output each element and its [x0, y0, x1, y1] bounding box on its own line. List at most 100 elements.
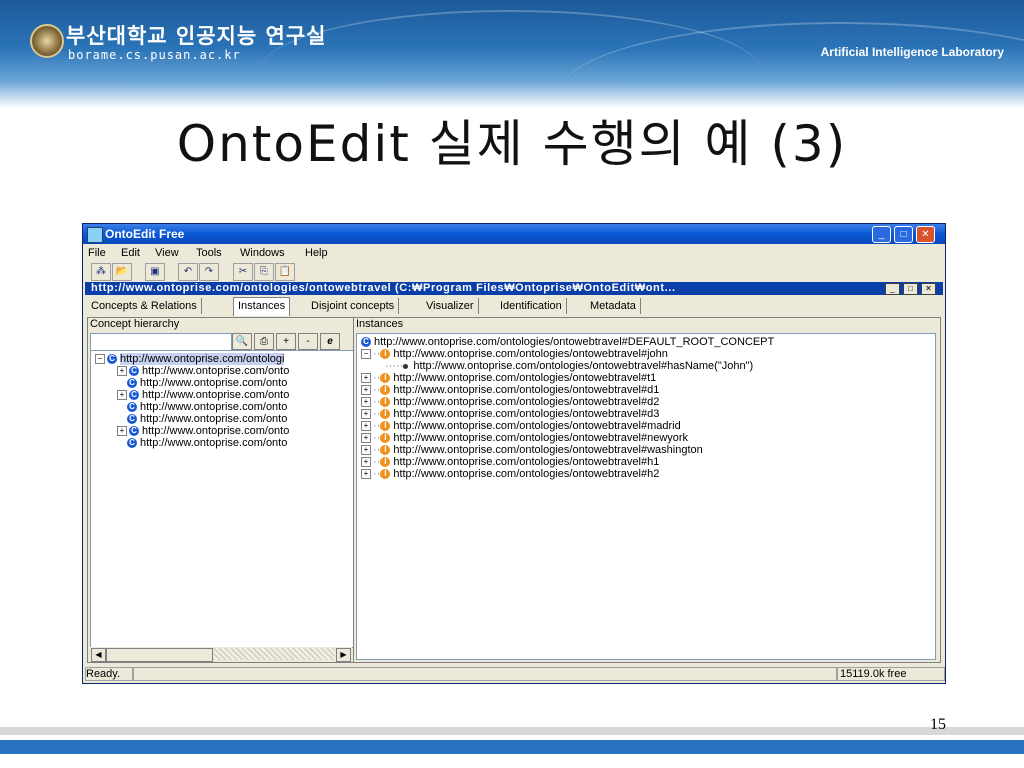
menu-view[interactable]: View: [155, 247, 179, 259]
concept-hierarchy-panel: Concept hierarchy 🔍 ⎙ + - e − Chttp://www…: [87, 317, 357, 663]
expand-icon[interactable]: +: [361, 457, 371, 468]
document-title: http://www.ontoprise.com/ontologies/onto…: [91, 282, 676, 294]
doc-close-button[interactable]: ✕: [921, 283, 936, 295]
concept-hierarchy-header: Concept hierarchy: [90, 318, 180, 330]
concept-icon: C: [129, 390, 139, 401]
instance-icon: I: [380, 397, 391, 408]
instance-icon: I: [380, 469, 391, 480]
instance-row[interactable]: + ·· Ihttp://www.ontoprise.com/ontologies/…: [361, 468, 659, 480]
menu-help[interactable]: Help: [305, 247, 328, 259]
instance-row[interactable]: + ·· Ihttp://www.ontoprise.com/ontologies/…: [361, 444, 703, 456]
scroll-right-icon[interactable]: ▶: [336, 648, 351, 662]
remove-concept-button[interactable]: -: [298, 333, 318, 350]
property-bullet-icon: [403, 363, 409, 369]
tree-item-label: http://www.ontoprise.com/onto: [140, 437, 288, 449]
status-bar: Ready. 15119.0k free: [83, 666, 945, 681]
university-seal-icon: [30, 24, 64, 58]
minimize-button[interactable]: _: [872, 226, 891, 243]
status-text: Ready.: [85, 667, 133, 681]
tab-instances[interactable]: Instances: [233, 297, 291, 316]
tree-item[interactable]: Chttp://www.ontoprise.com/onto: [127, 437, 287, 449]
instance-row[interactable]: + ·· Ihttp://www.ontoprise.com/ontologies/…: [361, 384, 659, 396]
tree-item[interactable]: + Chttp://www.ontoprise.com/onto: [117, 365, 289, 377]
new-ontology-icon[interactable]: ⁂: [91, 263, 111, 281]
instance-label: http://www.ontoprise.com/ontologies/onto…: [393, 468, 660, 480]
doc-restore-button[interactable]: □: [903, 283, 918, 295]
footer-bar: [0, 740, 1024, 754]
scroll-track[interactable]: [213, 648, 335, 660]
menu-edit[interactable]: Edit: [121, 247, 140, 259]
save-icon[interactable]: ▣: [145, 263, 165, 281]
instance-row[interactable]: + ·· Ihttp://www.ontoprise.com/ontologies/…: [361, 420, 681, 432]
tree-item[interactable]: + Chttp://www.ontoprise.com/onto: [117, 389, 289, 401]
slide-title: OntoEdit 실제 수행의 예 (3): [176, 115, 848, 173]
redo-icon[interactable]: ↷: [199, 263, 219, 281]
expand-icon[interactable]: +: [361, 373, 371, 384]
expand-icon[interactable]: +: [361, 469, 371, 480]
lab-name: Artificial Intelligence Laboratory: [820, 45, 1004, 59]
instance-root-label: http://www.ontoprise.com/ontologies/onto…: [374, 336, 775, 348]
instance-row[interactable]: + ·· Ihttp://www.ontoprise.com/ontologies/…: [361, 396, 659, 408]
collapse-icon[interactable]: −: [361, 349, 371, 360]
tab-disjoint-concepts[interactable]: Disjoint concepts: [307, 298, 400, 314]
instances-header: Instances: [356, 318, 404, 330]
undo-icon[interactable]: ↶: [178, 263, 198, 281]
expand-icon[interactable]: +: [361, 397, 371, 408]
window-title: OntoEdit Free: [105, 227, 185, 241]
maximize-button[interactable]: □: [894, 226, 913, 243]
expand-icon[interactable]: +: [361, 385, 371, 396]
tree-item-label: http://www.ontoprise.com/onto: [142, 365, 290, 377]
refresh-icon[interactable]: e: [320, 333, 340, 350]
expand-icon[interactable]: +: [117, 426, 127, 437]
expand-icon[interactable]: +: [361, 421, 371, 432]
tree-item[interactable]: Chttp://www.ontoprise.com/onto: [127, 413, 287, 425]
paste-icon[interactable]: 📋: [275, 263, 295, 281]
scroll-thumb[interactable]: [106, 648, 213, 662]
tree-item[interactable]: Chttp://www.ontoprise.com/onto: [127, 377, 287, 389]
print-icon[interactable]: ⎙: [254, 333, 274, 350]
expand-icon[interactable]: +: [117, 366, 127, 377]
slide-banner: 부산대학교 인공지능 연구실 borame.cs.pusan.ac.kr Art…: [0, 0, 1024, 108]
property-row[interactable]: ····· http://www.ontoprise.com/ontologies…: [385, 360, 753, 372]
menu-file[interactable]: File: [88, 247, 106, 259]
menu-tools[interactable]: Tools: [196, 247, 222, 259]
document-titlebar[interactable]: http://www.ontoprise.com/ontologies/onto…: [85, 282, 943, 295]
tab-identification[interactable]: Identification: [496, 298, 567, 314]
add-concept-button[interactable]: +: [276, 333, 296, 350]
instance-root[interactable]: Chttp://www.ontoprise.com/ontologies/ont…: [361, 336, 774, 348]
collapse-icon[interactable]: −: [95, 354, 105, 365]
copy-icon[interactable]: ⎘: [254, 263, 274, 281]
window-titlebar[interactable]: OntoEdit Free _ □ ✕: [83, 224, 945, 244]
expand-icon[interactable]: +: [361, 445, 371, 456]
instance-label: http://www.ontoprise.com/ontologies/onto…: [393, 420, 681, 432]
tab-concepts-relations[interactable]: Concepts & Relations: [87, 298, 202, 314]
close-button[interactable]: ✕: [916, 226, 935, 243]
instance-row[interactable]: + ·· Ihttp://www.ontoprise.com/ontologies/…: [361, 408, 659, 420]
menu-windows[interactable]: Windows: [240, 247, 285, 259]
instance-icon: I: [380, 457, 391, 468]
instance-row[interactable]: + ·· Ihttp://www.ontoprise.com/ontologies/…: [361, 456, 659, 468]
footer-divider: [0, 727, 1024, 735]
open-icon[interactable]: 📂: [112, 263, 132, 281]
tree-item[interactable]: Chttp://www.ontoprise.com/onto: [127, 401, 287, 413]
search-icon[interactable]: 🔍: [232, 333, 252, 350]
instance-row[interactable]: + ·· Ihttp://www.ontoprise.com/ontologies/…: [361, 432, 688, 444]
scroll-left-icon[interactable]: ◀: [91, 648, 106, 662]
tree-item[interactable]: + Chttp://www.ontoprise.com/onto: [117, 425, 289, 437]
instance-label: http://www.ontoprise.com/ontologies/onto…: [393, 408, 660, 420]
instance-row[interactable]: − ·· Ihttp://www.ontoprise.com/ontologies/…: [361, 348, 668, 360]
tab-metadata[interactable]: Metadata: [586, 298, 641, 314]
instance-icon: I: [380, 409, 391, 420]
org-name: 부산대학교 인공지능 연구실: [66, 24, 327, 48]
tree-item[interactable]: − Chttp://www.ontoprise.com/ontologi: [95, 353, 285, 365]
status-panel: [133, 667, 837, 681]
instance-icon: I: [380, 433, 391, 444]
tab-visualizer[interactable]: Visualizer: [422, 298, 479, 314]
instance-row[interactable]: + ·· Ihttp://www.ontoprise.com/ontologies/…: [361, 372, 656, 384]
expand-icon[interactable]: +: [361, 409, 371, 420]
doc-minimize-button[interactable]: _: [885, 283, 900, 295]
horizontal-scrollbar[interactable]: ◀ ▶: [90, 647, 352, 662]
expand-icon[interactable]: +: [117, 390, 127, 401]
expand-icon[interactable]: +: [361, 433, 371, 444]
cut-icon[interactable]: ✂: [233, 263, 253, 281]
